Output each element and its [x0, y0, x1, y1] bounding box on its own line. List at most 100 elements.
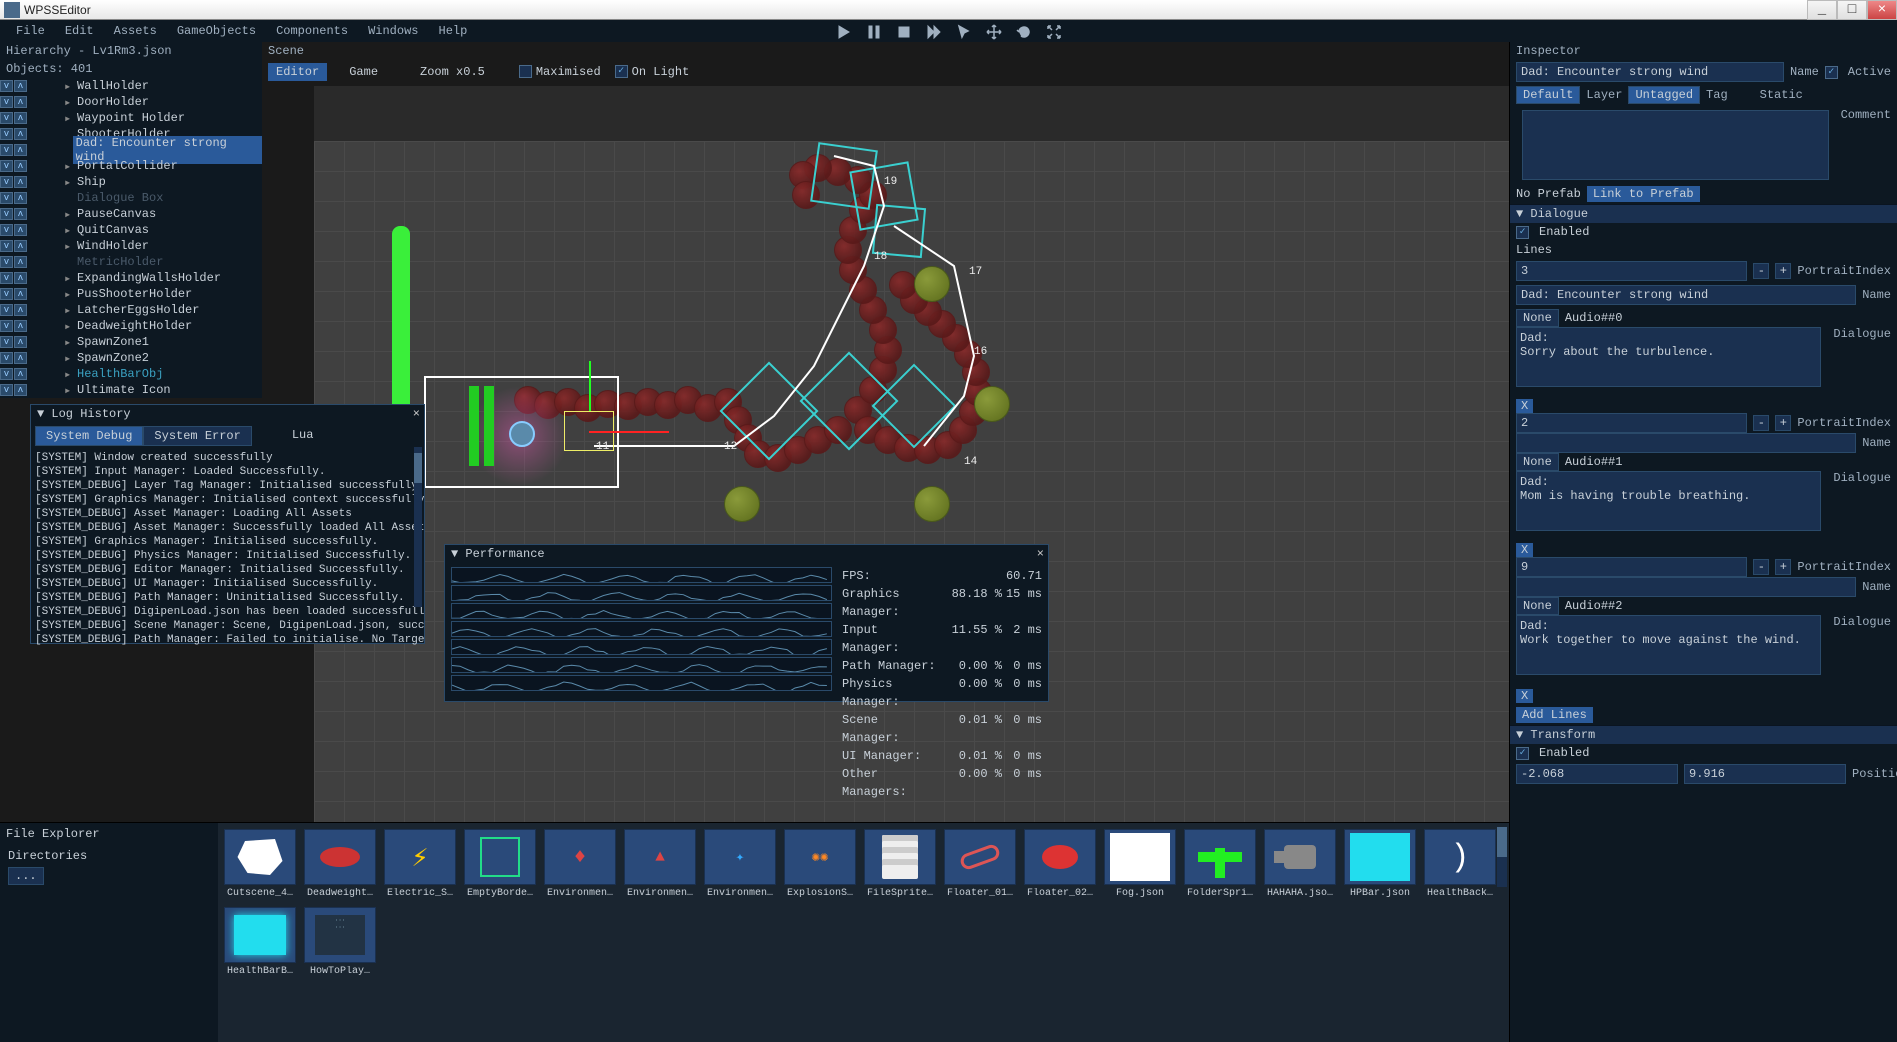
pi-minus-button[interactable]: - — [1753, 415, 1769, 431]
dir-up-button[interactable]: ... — [8, 867, 44, 885]
menu-edit[interactable]: Edit — [57, 22, 102, 40]
portrait-index-input[interactable] — [1516, 413, 1747, 433]
step-button[interactable] — [923, 21, 945, 43]
gizmo-x-axis[interactable] — [589, 431, 669, 433]
log-tab-lua[interactable]: Lua — [282, 426, 324, 446]
rotate-tool[interactable] — [1013, 21, 1035, 43]
pi-plus-button[interactable]: + — [1775, 415, 1791, 431]
portrait-index-input[interactable] — [1516, 557, 1747, 577]
position-y-input[interactable] — [1684, 764, 1846, 784]
scale-tool[interactable] — [1043, 21, 1065, 43]
scene-tab-editor[interactable]: Editor — [268, 63, 327, 81]
menu-assets[interactable]: Assets — [106, 22, 165, 40]
window-close-button[interactable]: × — [1867, 0, 1897, 20]
remove-line-button[interactable]: X — [1516, 689, 1533, 703]
hierarchy-item[interactable]: vʌ▸SpawnZone1 — [0, 334, 262, 350]
entry-title-input[interactable] — [1516, 285, 1856, 305]
hierarchy-item[interactable]: vʌMetricHolder — [0, 254, 262, 270]
asset-item[interactable]: HealthBarB… — [224, 907, 296, 977]
layer-value[interactable]: Default — [1516, 86, 1580, 104]
log-tab-system-debug[interactable]: System Debug — [35, 426, 143, 446]
asset-item[interactable]: ✦Environmen… — [704, 829, 776, 899]
dialogue-remove-button[interactable]: X — [1516, 399, 1533, 413]
position-x-input[interactable] — [1516, 764, 1678, 784]
hierarchy-item[interactable]: vʌ▸LatcherEggsHolder — [0, 302, 262, 318]
hierarchy-item[interactable]: vʌDialogue Box — [0, 190, 262, 206]
gizmo-y-axis[interactable] — [589, 361, 591, 411]
hierarchy-item[interactable]: vʌ▸ExpandingWallsHolder — [0, 270, 262, 286]
asset-item[interactable]: Fog.json — [1104, 829, 1176, 899]
window-minimize-button[interactable]: _ — [1807, 0, 1837, 20]
transform-enabled-checkbox[interactable] — [1516, 747, 1529, 760]
stop-button[interactable] — [893, 21, 915, 43]
on-light-checkbox[interactable] — [615, 65, 628, 78]
active-checkbox[interactable] — [1825, 66, 1838, 79]
log-tab-system-error[interactable]: System Error — [143, 426, 251, 446]
asset-item[interactable]: FolderSpri… — [1184, 829, 1256, 899]
play-button[interactable] — [833, 21, 855, 43]
menu-help[interactable]: Help — [431, 22, 476, 40]
hierarchy-item[interactable]: vʌ▸WindHolder — [0, 238, 262, 254]
asset-item[interactable]: FileSprite… — [864, 829, 936, 899]
tag-value[interactable]: Untagged — [1628, 86, 1700, 104]
menu-windows[interactable]: Windows — [360, 22, 426, 40]
asset-item[interactable]: Floater_02… — [1024, 829, 1096, 899]
pi-plus-button[interactable]: + — [1775, 559, 1791, 575]
window-maximize-button[interactable]: □ — [1837, 0, 1867, 20]
hierarchy-item[interactable]: vʌDad: Encounter strong wind — [0, 142, 262, 158]
asset-item[interactable]: Floater_01… — [944, 829, 1016, 899]
asset-scrollbar[interactable] — [1497, 827, 1507, 887]
lines-plus-button[interactable]: + — [1775, 263, 1791, 279]
pause-button[interactable] — [863, 21, 885, 43]
asset-item[interactable]: HPBar.json — [1344, 829, 1416, 899]
hierarchy-item[interactable]: vʌ▸DeadweightHolder — [0, 318, 262, 334]
maximised-checkbox[interactable] — [519, 65, 532, 78]
asset-item[interactable]: )HealthBack… — [1424, 829, 1496, 899]
menu-components[interactable]: Components — [268, 22, 356, 40]
hierarchy-item[interactable]: vʌ▸Waypoint Holder — [0, 110, 262, 126]
hierarchy-item[interactable]: vʌ▸DoorHolder — [0, 94, 262, 110]
hierarchy-item[interactable]: vʌ▸Ship — [0, 174, 262, 190]
dialogue-text-input[interactable]: Dad: Mom is having trouble breathing. — [1516, 471, 1821, 531]
menu-file[interactable]: File — [8, 22, 53, 40]
asset-item[interactable]: ⚡Electric_S… — [384, 829, 456, 899]
log-scrollbar[interactable] — [414, 447, 422, 607]
transform-section-header[interactable]: ▼ Transform — [1510, 725, 1897, 744]
hierarchy-item[interactable]: vʌ▸WallHolder — [0, 78, 262, 94]
cursor-tool[interactable] — [953, 21, 975, 43]
log-close-button[interactable]: × — [413, 407, 420, 421]
audio-none-button[interactable]: None — [1516, 453, 1559, 471]
dialogue-name-input[interactable] — [1516, 577, 1856, 597]
scene-tab-game[interactable]: Game — [341, 63, 386, 81]
audio-none-button[interactable]: None — [1516, 597, 1559, 615]
hierarchy-item[interactable]: vʌ▸PauseCanvas — [0, 206, 262, 222]
asset-item[interactable]: ······HowToPlay… — [304, 907, 376, 977]
dialogue-section-header[interactable]: ▼ Dialogue — [1510, 204, 1897, 223]
asset-item[interactable]: EmptyBorde… — [464, 829, 536, 899]
asset-item[interactable]: ♦Environmen… — [544, 829, 616, 899]
performance-close-button[interactable]: × — [1037, 547, 1044, 561]
asset-item[interactable]: Deadweight… — [304, 829, 376, 899]
lines-minus-button[interactable]: - — [1753, 263, 1769, 279]
menu-gameobjects[interactable]: GameObjects — [169, 22, 264, 40]
hierarchy-item[interactable]: vʌ▸PusShooterHolder — [0, 286, 262, 302]
asset-item[interactable]: ▲Environmen… — [624, 829, 696, 899]
asset-item[interactable]: HAHAHA.jso… — [1264, 829, 1336, 899]
inspector-name-input[interactable] — [1516, 62, 1784, 82]
move-tool[interactable] — [983, 21, 1005, 43]
audio-none-button[interactable]: None — [1516, 309, 1559, 327]
add-lines-button[interactable]: Add Lines — [1516, 707, 1593, 723]
hierarchy-item[interactable]: vʌ▸Ultimate Icon — [0, 382, 262, 398]
dialogue-name-input[interactable] — [1516, 433, 1856, 453]
hierarchy-item[interactable]: vʌ▸HealthBarObj — [0, 366, 262, 382]
dialogue-remove-button[interactable]: X — [1516, 543, 1533, 557]
link-prefab-button[interactable]: Link to Prefab — [1587, 186, 1700, 202]
comment-input[interactable] — [1522, 110, 1829, 180]
hierarchy-item[interactable]: vʌ▸QuitCanvas — [0, 222, 262, 238]
dialogue-text-input[interactable]: Dad: Work together to move against the w… — [1516, 615, 1821, 675]
lines-count-input[interactable] — [1516, 261, 1747, 281]
hierarchy-item[interactable]: vʌ▸SpawnZone2 — [0, 350, 262, 366]
pi-minus-button[interactable]: - — [1753, 559, 1769, 575]
asset-item[interactable]: ✺✺ExplosionS… — [784, 829, 856, 899]
asset-item[interactable]: Cutscene_4… — [224, 829, 296, 899]
